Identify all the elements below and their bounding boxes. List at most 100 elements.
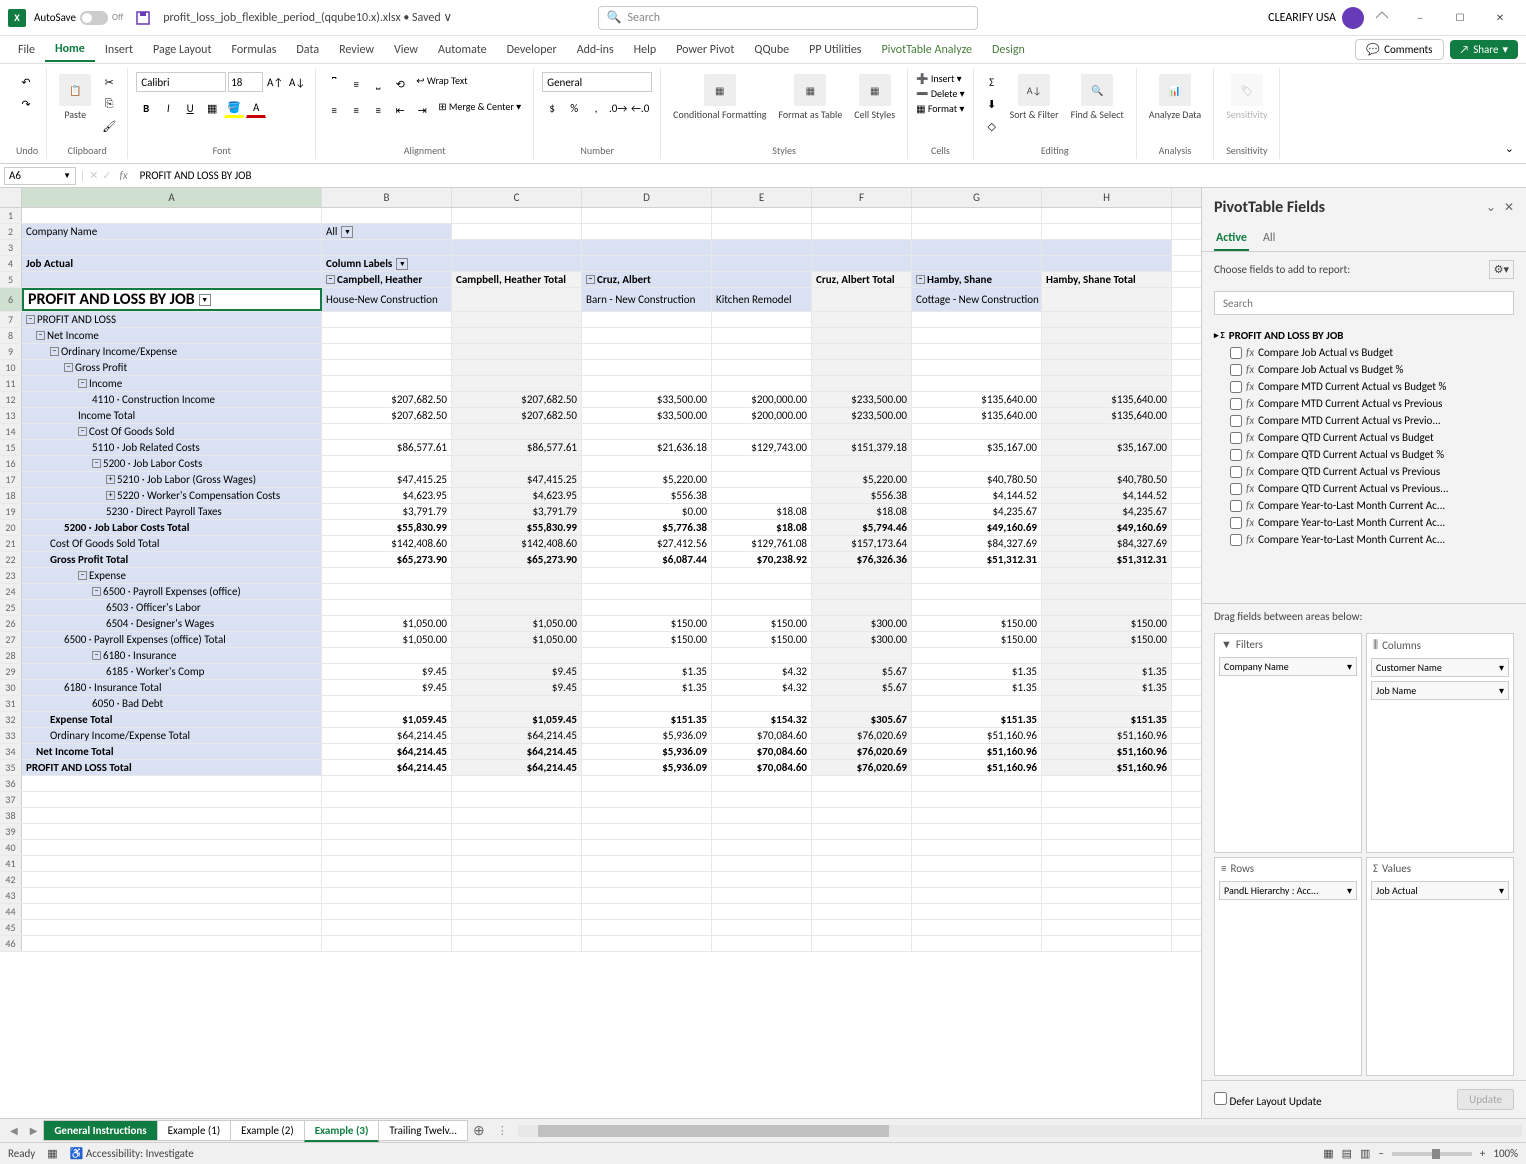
- comma-button[interactable]: ,: [586, 98, 606, 118]
- job-actual-label[interactable]: Job Actual: [22, 256, 322, 271]
- update-button[interactable]: Update: [1457, 1089, 1514, 1110]
- filter-company-label[interactable]: Company Name: [22, 224, 322, 239]
- save-icon[interactable]: [135, 10, 151, 26]
- font-name-select[interactable]: [136, 72, 226, 92]
- job-kitchen[interactable]: Kitchen Remodel: [712, 288, 812, 311]
- row-label-17[interactable]: +5210 · Job Labor (Gross Wages): [22, 472, 322, 487]
- filter-company-value[interactable]: All ▼: [322, 224, 452, 239]
- decrease-indent-button[interactable]: ⇤: [390, 100, 410, 120]
- horizontal-scrollbar[interactable]: [518, 1125, 1522, 1137]
- add-sheet-button[interactable]: ⊕: [467, 1122, 491, 1139]
- job-cottage[interactable]: Cottage - New Construction: [912, 288, 1042, 311]
- search-box[interactable]: 🔍 Search: [598, 6, 978, 30]
- name-box[interactable]: A6 ▼: [4, 167, 76, 185]
- row-label-15[interactable]: 5110 · Job Related Costs: [22, 440, 322, 455]
- filters-area[interactable]: ▼Filters Company Name▾: [1214, 633, 1362, 853]
- wrap-text-button[interactable]: ↩ Wrap Text: [412, 74, 471, 94]
- filter-item-company[interactable]: Company Name▾: [1219, 657, 1357, 676]
- row-label-19[interactable]: 5230 · Direct Payroll Taxes: [22, 504, 322, 519]
- macro-record-icon[interactable]: ▦: [47, 1147, 57, 1160]
- zoom-out-button[interactable]: −: [1378, 1147, 1383, 1160]
- font-color-button[interactable]: A: [246, 98, 266, 118]
- align-top-button[interactable]: ⎴: [324, 74, 344, 94]
- pivot-title[interactable]: PROFIT AND LOSS BY JOB ▼: [22, 288, 322, 311]
- field-item-11[interactable]: fx Compare Year-to-Last Month Current Ac…: [1214, 531, 1514, 548]
- decrease-font-button[interactable]: A↓: [287, 72, 307, 92]
- merge-center-button[interactable]: ⊞ Merge & Center ▾: [434, 100, 525, 120]
- tab-data[interactable]: Data: [286, 39, 329, 61]
- increase-indent-button[interactable]: ⇥: [412, 100, 432, 120]
- tab-power-pivot[interactable]: Power Pivot: [666, 39, 744, 61]
- select-all-corner[interactable]: [0, 188, 22, 207]
- fx-icon[interactable]: fx: [120, 169, 128, 182]
- panel-collapse-icon[interactable]: ⌄: [1486, 200, 1496, 215]
- customer-cruz[interactable]: −Cruz, Albert: [582, 272, 712, 287]
- zoom-slider[interactable]: [1392, 1152, 1472, 1156]
- fill-button[interactable]: ⬇: [982, 94, 1002, 114]
- bold-button[interactable]: B: [136, 98, 156, 118]
- cell-styles-button[interactable]: ▦Cell Styles: [850, 72, 899, 123]
- col-header-D[interactable]: D: [582, 188, 712, 207]
- field-item-2[interactable]: fx Compare MTD Current Actual vs Budget …: [1214, 378, 1514, 395]
- tab-pp-utilities[interactable]: PP Utilities: [799, 39, 871, 61]
- row-label-24[interactable]: −6500 · Payroll Expenses (office): [22, 584, 322, 599]
- sensitivity-button[interactable]: 🏷Sensitivity: [1222, 72, 1271, 123]
- col-header-G[interactable]: G: [912, 188, 1042, 207]
- sheet-tab-trailing[interactable]: Trailing Twelv...: [378, 1120, 468, 1141]
- tab-review[interactable]: Review: [329, 39, 384, 61]
- customer-campbell-total[interactable]: Campbell, Heather Total: [452, 272, 582, 287]
- row-label-29[interactable]: 6185 · Worker's Comp: [22, 664, 322, 679]
- row-label-8[interactable]: −Net Income: [22, 328, 322, 343]
- increase-decimal-button[interactable]: .0→: [608, 98, 628, 118]
- sheet-tab-general[interactable]: General Instructions: [43, 1120, 157, 1141]
- align-right-button[interactable]: ≡: [368, 100, 388, 120]
- row-label-31[interactable]: 6050 · Bad Debt: [22, 696, 322, 711]
- percent-button[interactable]: %: [564, 98, 584, 118]
- view-normal-icon[interactable]: ▦: [1323, 1147, 1333, 1160]
- ribbon-collapse-button[interactable]: ⌄: [1501, 68, 1518, 159]
- enter-formula-icon[interactable]: ✓: [102, 169, 111, 182]
- orientation-button[interactable]: ⟲: [390, 74, 410, 94]
- field-item-9[interactable]: fx Compare Year-to-Last Month Current Ac…: [1214, 497, 1514, 514]
- tab-view[interactable]: View: [384, 39, 428, 61]
- grid-area[interactable]: A B C D E F G H 12Company NameAll ▼34Job…: [0, 188, 1201, 1118]
- tab-file[interactable]: File: [8, 39, 45, 61]
- maximize-button[interactable]: ☐: [1442, 4, 1478, 32]
- field-item-0[interactable]: fx Compare Job Actual vs Budget: [1214, 344, 1514, 361]
- italic-button[interactable]: I: [158, 98, 178, 118]
- sheet-nav-prev[interactable]: ◀: [4, 1124, 24, 1137]
- field-item-3[interactable]: fx Compare MTD Current Actual vs Previou…: [1214, 395, 1514, 412]
- row-label-18[interactable]: +5220 · Worker's Compensation Costs: [22, 488, 322, 503]
- tab-pivottable-analyze[interactable]: PivotTable Analyze: [871, 39, 982, 61]
- copy-button[interactable]: ⎘: [99, 94, 119, 114]
- field-item-10[interactable]: fx Compare Year-to-Last Month Current Ac…: [1214, 514, 1514, 531]
- decrease-decimal-button[interactable]: ←.0: [630, 98, 650, 118]
- redo-button[interactable]: ↷: [16, 94, 36, 114]
- autosum-button[interactable]: Σ: [982, 72, 1002, 92]
- customer-campbell[interactable]: −Campbell, Heather: [322, 272, 452, 287]
- font-size-select[interactable]: [228, 72, 263, 92]
- align-left-button[interactable]: ≡: [324, 100, 344, 120]
- fields-tab-active[interactable]: Active: [1214, 227, 1249, 251]
- cancel-formula-icon[interactable]: ✕: [89, 169, 98, 182]
- format-painter-button[interactable]: 🖌: [99, 116, 119, 136]
- row-label-14[interactable]: −Cost Of Goods Sold: [22, 424, 322, 439]
- field-item-4[interactable]: fx Compare MTD Current Actual vs Previo.…: [1214, 412, 1514, 429]
- col-header-H[interactable]: H: [1042, 188, 1172, 207]
- col-header-A[interactable]: A: [22, 188, 322, 207]
- defer-layout-checkbox[interactable]: Defer Layout Update: [1214, 1092, 1322, 1108]
- row-label-34[interactable]: Net Income Total: [22, 744, 322, 759]
- autosave-toggle[interactable]: AutoSave Off: [34, 11, 123, 25]
- conditional-formatting-button[interactable]: ▦Conditional Formatting: [669, 72, 770, 123]
- zoom-level[interactable]: 100%: [1493, 1147, 1518, 1160]
- row-label-27[interactable]: 6500 · Payroll Expenses (office) Total: [22, 632, 322, 647]
- increase-font-button[interactable]: A↑: [265, 72, 285, 92]
- values-area[interactable]: ΣValues Job Actual▾: [1366, 857, 1514, 1077]
- tab-automate[interactable]: Automate: [428, 39, 497, 61]
- row-label-25[interactable]: 6503 · Officer's Labor: [22, 600, 322, 615]
- field-root[interactable]: ▸ Σ PROFIT AND LOSS BY JOB: [1214, 327, 1514, 344]
- customer-hamby[interactable]: −Hamby, Shane: [912, 272, 1042, 287]
- border-button[interactable]: ▦: [202, 98, 222, 118]
- tab-home[interactable]: Home: [45, 38, 95, 62]
- zoom-in-button[interactable]: +: [1480, 1147, 1485, 1160]
